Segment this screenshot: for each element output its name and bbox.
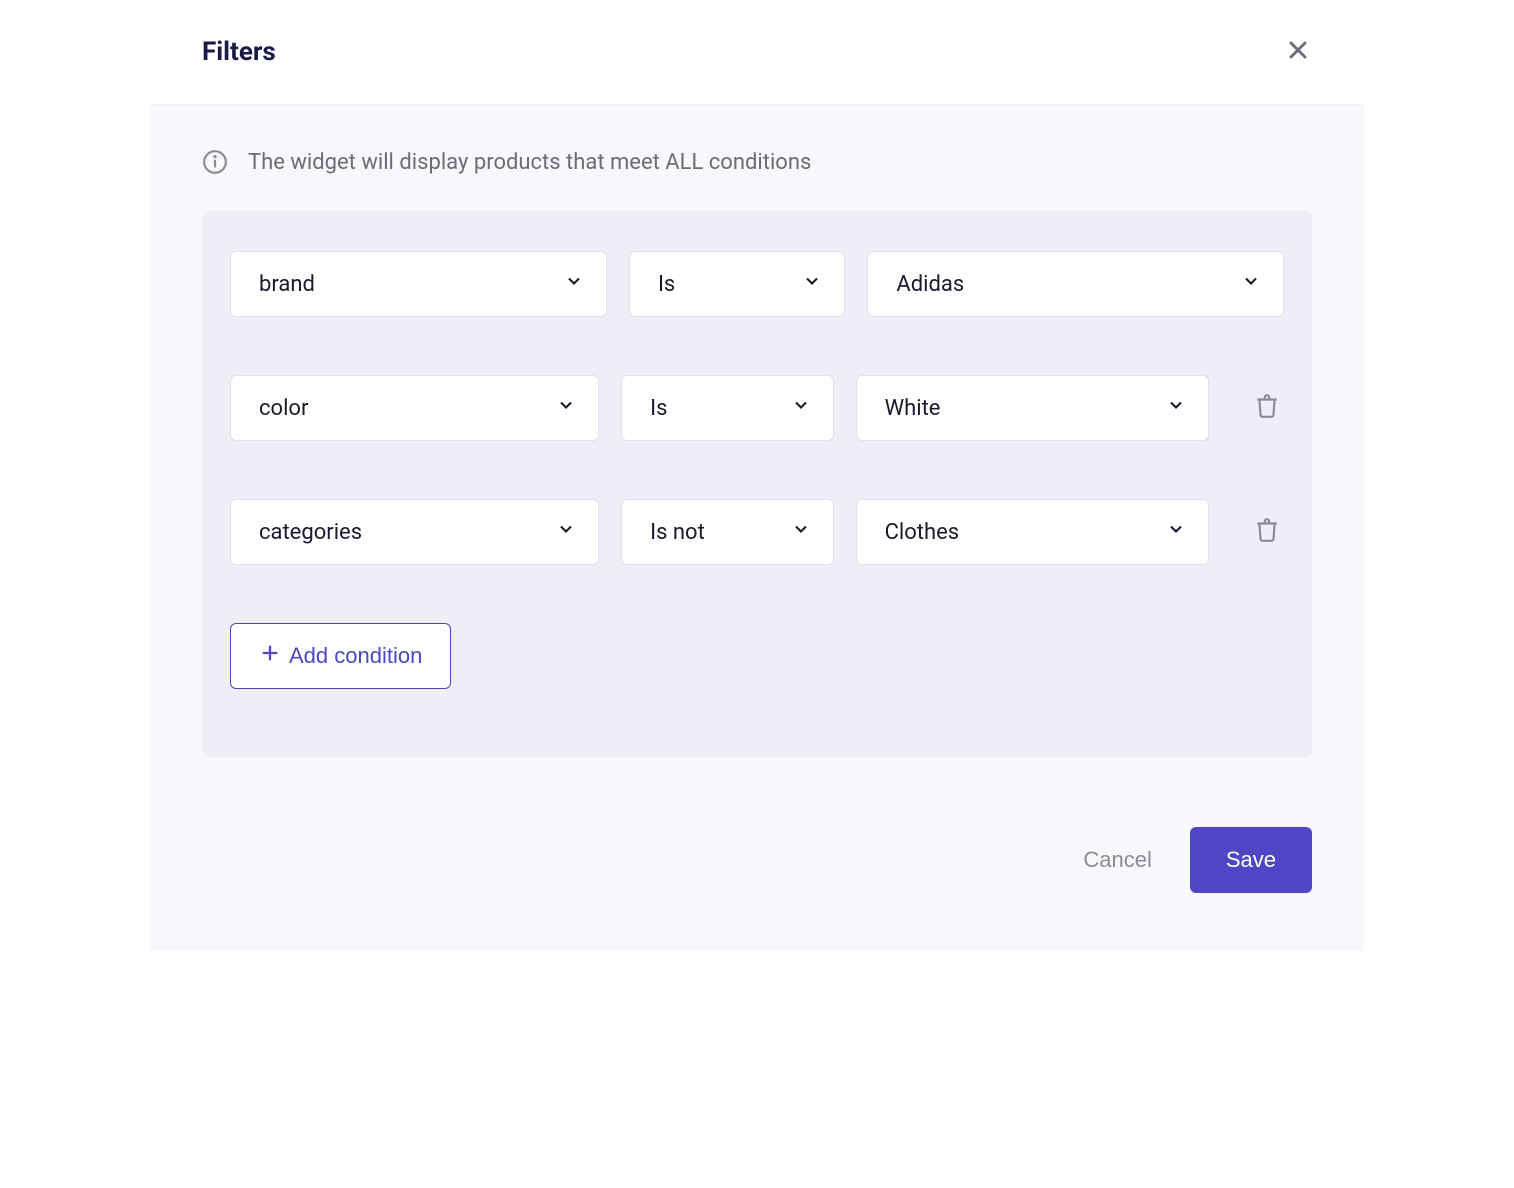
field-select-value: categories (259, 520, 362, 545)
field-select[interactable]: categories (230, 499, 599, 565)
value-select[interactable]: White (856, 375, 1210, 441)
info-text: The widget will display products that me… (248, 150, 811, 175)
field-select[interactable]: color (230, 375, 599, 441)
chevron-down-icon (1241, 271, 1261, 297)
add-condition-button[interactable]: Add condition (230, 623, 451, 689)
field-select[interactable]: brand (230, 251, 607, 317)
condition-row: color Is White (230, 375, 1284, 441)
chevron-down-icon (791, 395, 811, 421)
operator-select[interactable]: Is (621, 375, 833, 441)
conditions-panel: brand Is Adidas (202, 211, 1312, 757)
chevron-down-icon (791, 519, 811, 545)
chevron-down-icon (556, 519, 576, 545)
delete-condition-button[interactable] (1249, 514, 1284, 550)
field-select-value: color (259, 396, 308, 421)
modal-body: The widget will display products that me… (150, 105, 1364, 767)
condition-row: brand Is Adidas (230, 251, 1284, 317)
info-row: The widget will display products that me… (202, 149, 1312, 175)
operator-select-value: Is not (650, 520, 705, 545)
chevron-down-icon (802, 271, 822, 297)
modal-footer: Cancel Save (150, 767, 1364, 951)
operator-select-value: Is (658, 272, 675, 297)
chevron-down-icon (1166, 519, 1186, 545)
value-select-value: Clothes (885, 520, 960, 545)
info-icon (202, 149, 228, 175)
value-select-value: Adidas (896, 272, 964, 297)
close-icon (1284, 36, 1312, 68)
close-button[interactable] (1284, 36, 1312, 68)
condition-row: categories Is not Clothes (230, 499, 1284, 565)
value-select[interactable]: Adidas (867, 251, 1284, 317)
operator-select[interactable]: Is not (621, 499, 833, 565)
cancel-button[interactable]: Cancel (1075, 831, 1159, 889)
value-select[interactable]: Clothes (856, 499, 1210, 565)
trash-icon (1254, 517, 1280, 547)
field-select-value: brand (259, 272, 315, 297)
save-button[interactable]: Save (1190, 827, 1312, 893)
trash-icon (1254, 393, 1280, 423)
operator-select-value: Is (650, 396, 667, 421)
operator-select[interactable]: Is (629, 251, 845, 317)
add-condition-label: Add condition (289, 643, 422, 669)
chevron-down-icon (564, 271, 584, 297)
filters-modal: Filters The widget will display products… (150, 0, 1364, 951)
value-select-value: White (885, 396, 941, 421)
delete-condition-button[interactable] (1249, 390, 1284, 426)
modal-title: Filters (202, 37, 276, 67)
plus-icon (259, 642, 281, 670)
chevron-down-icon (556, 395, 576, 421)
chevron-down-icon (1166, 395, 1186, 421)
modal-header: Filters (150, 0, 1364, 105)
